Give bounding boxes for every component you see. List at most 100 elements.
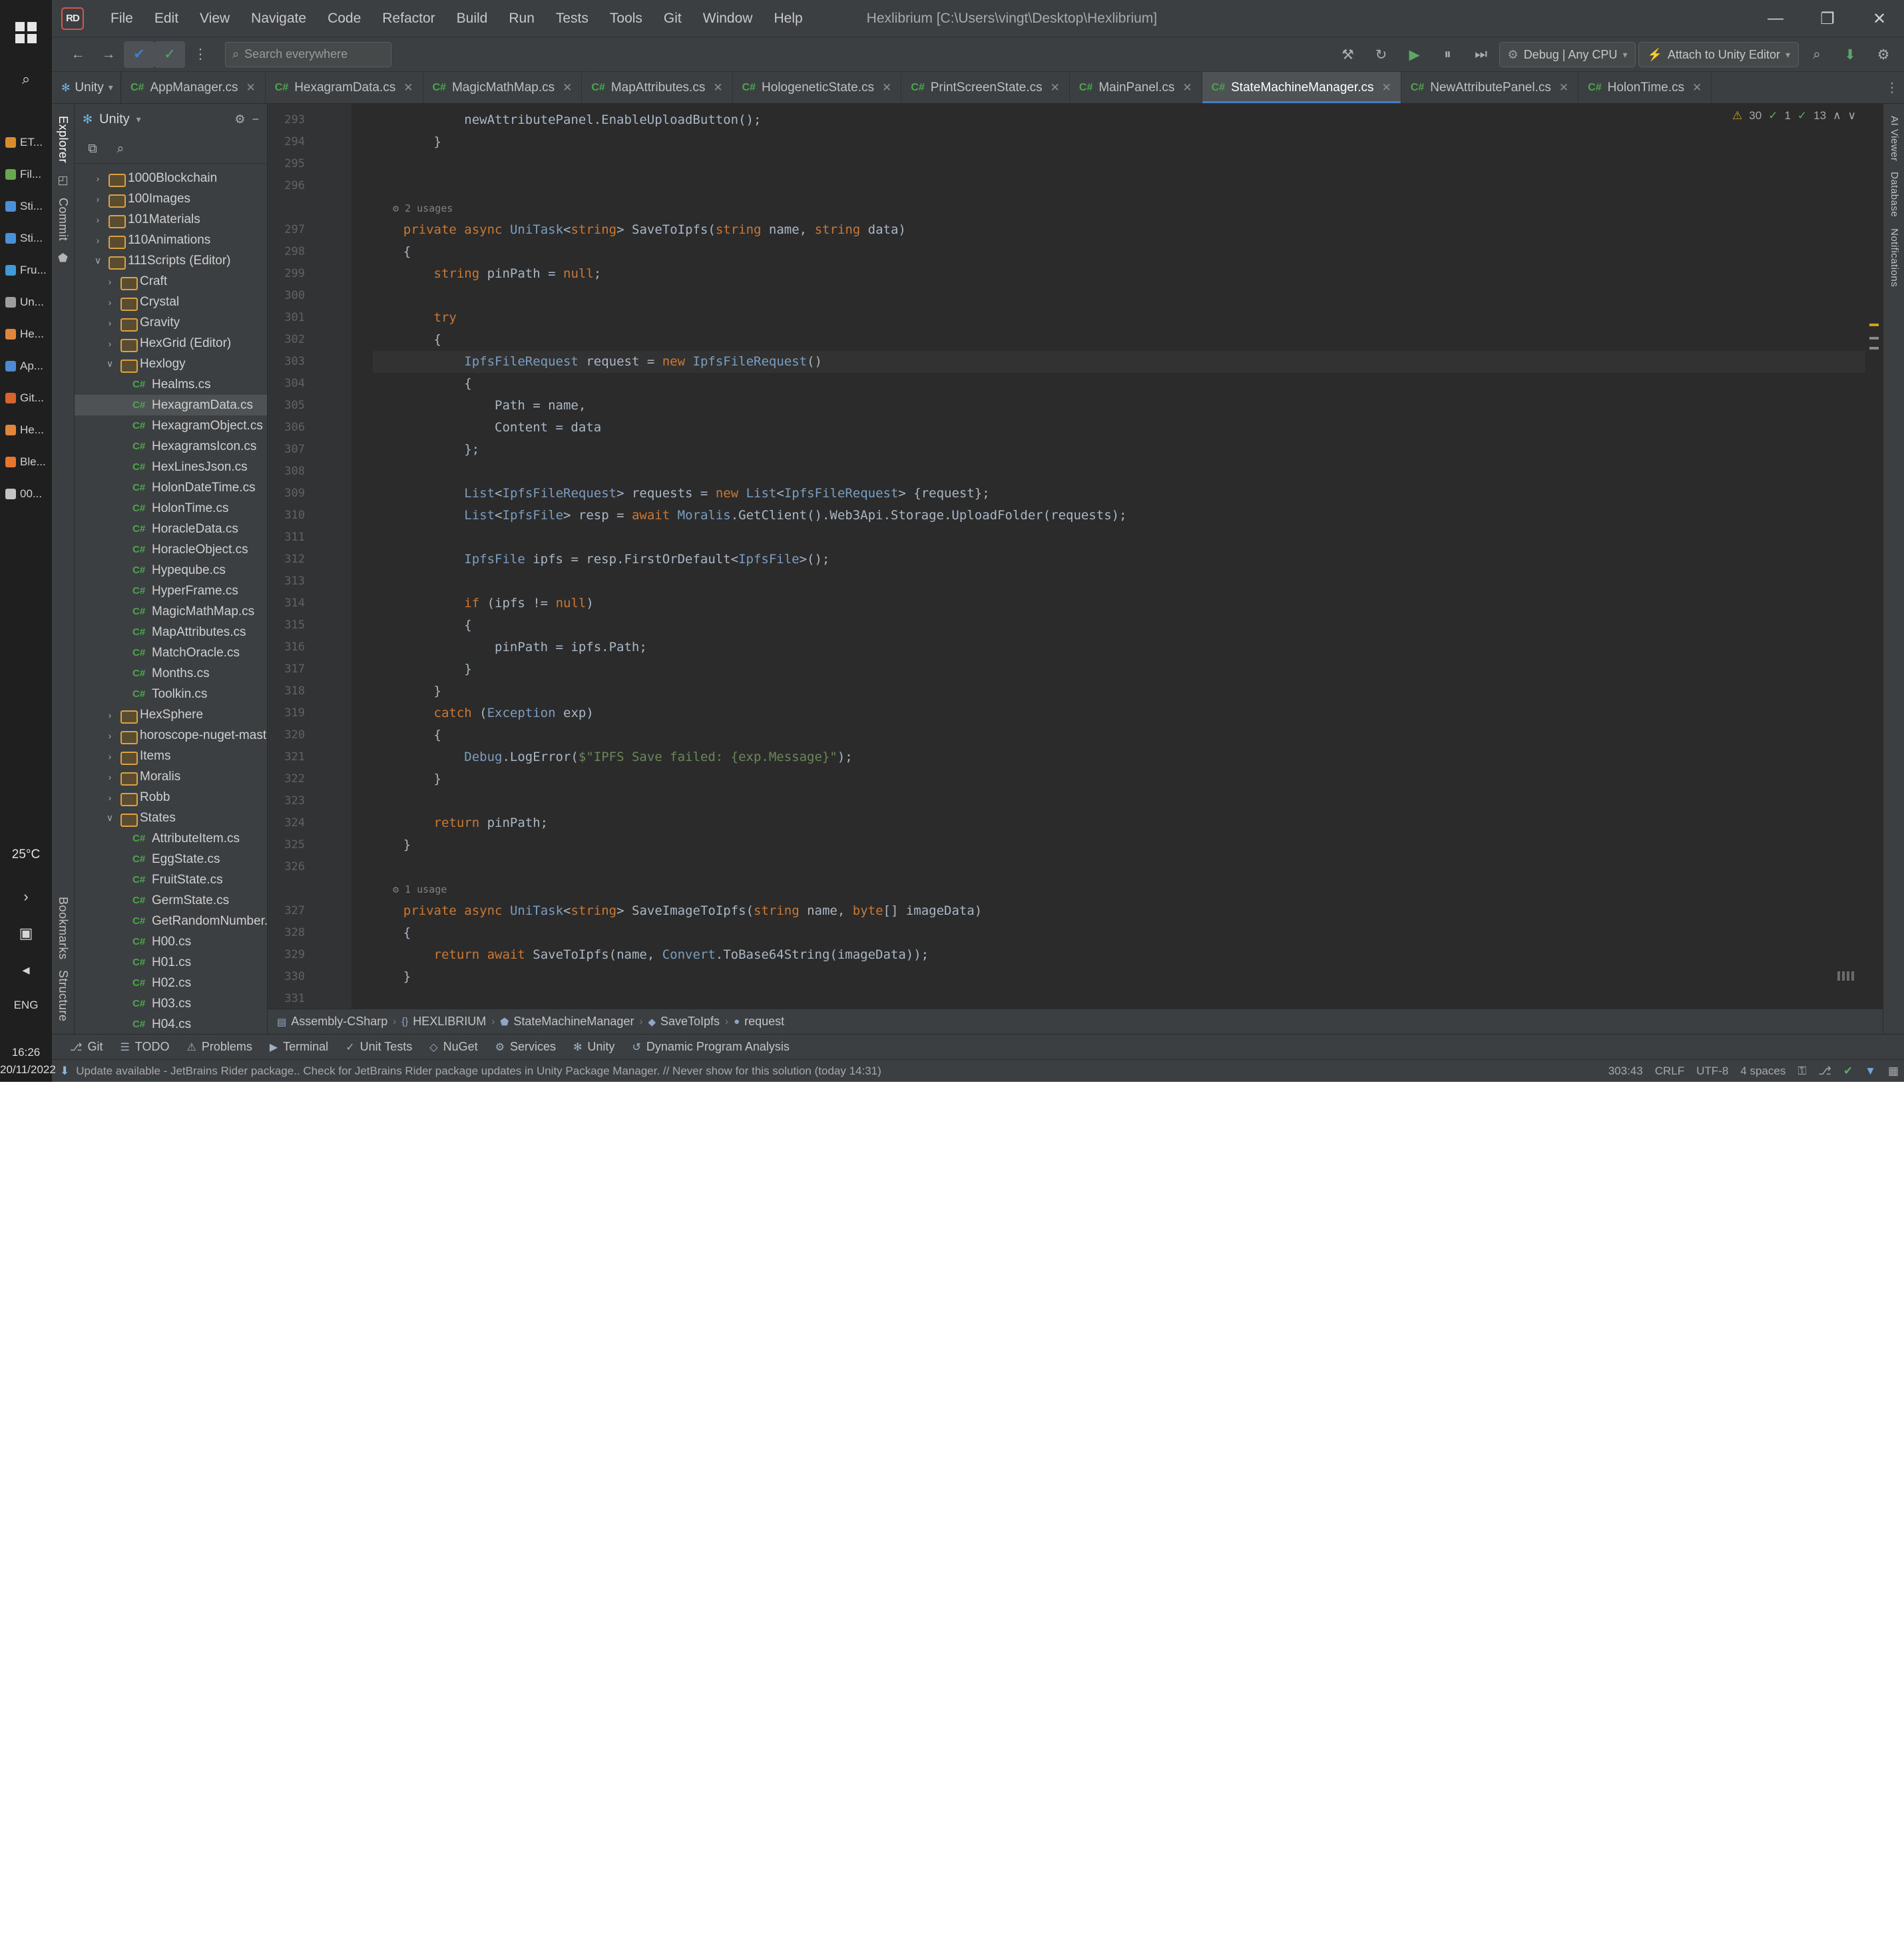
tree-node-horoscope-nuget-master[interactable]: › horoscope-nuget-master (75, 725, 267, 746)
taskbar-app-2[interactable]: Sti... (0, 190, 52, 222)
tree-node-hypeqube-cs[interactable]: C# Hypeqube.cs (75, 560, 267, 581)
menu-item-tests[interactable]: Tests (545, 0, 599, 37)
code-line[interactable]: Path = name, (373, 395, 1865, 417)
taskbar-app-1[interactable]: Fil... (0, 158, 52, 190)
editor-tab-hexagramdata-cs[interactable]: C# HexagramData.cs ✕ (266, 72, 423, 103)
taskbar-app-5[interactable]: Un... (0, 286, 52, 318)
step-over-button[interactable]: ⏭ (1466, 41, 1497, 68)
tree-node-horacleobject-cs[interactable]: C# HoracleObject.cs (75, 539, 267, 560)
taskbar-app-11[interactable]: 00... (0, 478, 52, 510)
chevron-right-icon[interactable]: › (104, 338, 116, 349)
search-everywhere-field[interactable]: ⌕ Search everywhere (225, 41, 391, 67)
code-line[interactable]: return await SaveToIpfs(name, Convert.To… (373, 944, 1865, 966)
rail-bookmarks[interactable]: Bookmarks (56, 891, 70, 965)
tray-camera-button[interactable]: ▣ (0, 925, 52, 942)
start-button[interactable] (0, 7, 52, 59)
bottom-tool-services[interactable]: ⚙ Services (487, 1035, 565, 1060)
tree-node-101materials[interactable]: › 101Materials (75, 209, 267, 230)
taskbar-search-button[interactable]: ⌕ (0, 59, 52, 100)
tree-node-germstate-cs[interactable]: C# GermState.cs (75, 890, 267, 911)
unity-toolwindow-stub[interactable]: ✻ Unity ▾ (56, 81, 119, 95)
close-icon[interactable]: ✕ (1692, 81, 1702, 95)
window-controls[interactable]: — ❐ ✕ (1750, 0, 1904, 37)
code-line[interactable]: List<IpfsFile> resp = await Moralis.GetC… (373, 505, 1865, 527)
tree-node-h03-cs[interactable]: C# H03.cs (75, 993, 267, 1014)
toolbar-search-icon[interactable]: ⌕ (1801, 41, 1832, 68)
taskbar-app-8[interactable]: Git... (0, 382, 52, 414)
locate-file-icon[interactable]: ⧉ (80, 138, 105, 160)
bottom-tool-nuget[interactable]: ◇ NuGet (421, 1035, 486, 1060)
gutter-markers[interactable] (312, 104, 352, 1009)
code-line[interactable]: if (ipfs != null) (373, 593, 1865, 614)
maximize-button[interactable]: ❐ (1801, 0, 1853, 37)
code-line[interactable]: } (373, 834, 1865, 856)
chevron-right-icon[interactable]: › (104, 751, 116, 762)
next-problem-icon[interactable]: ∨ (1848, 109, 1856, 122)
code-line[interactable]: { (373, 329, 1865, 351)
tray-expand-button[interactable]: › (0, 888, 52, 905)
tree-node-hyperframe-cs[interactable]: C# HyperFrame.cs (75, 581, 267, 601)
chevron-down-icon[interactable]: ∨ (104, 812, 116, 824)
chevron-down-icon[interactable]: ∨ (92, 255, 104, 266)
menu-item-run[interactable]: Run (498, 0, 545, 37)
code-line[interactable]: pinPath = ipfs.Path; (373, 636, 1865, 658)
chevron-right-icon[interactable]: › (104, 318, 116, 328)
close-icon[interactable]: ✕ (1382, 81, 1391, 95)
taskbar-app-6[interactable]: He... (0, 318, 52, 350)
caret-position[interactable]: 303:43 (1608, 1065, 1643, 1078)
tree-node-moralis[interactable]: › Moralis (75, 766, 267, 787)
rail-structure[interactable]: Structure (56, 965, 70, 1027)
editor-tabs[interactable]: C# AppManager.cs ✕ C# HexagramData.cs ✕ C# Magi… (121, 72, 1879, 103)
code-usage-hint[interactable]: ⚙ 1 usage (373, 878, 1865, 900)
tree-node-matchoracle-cs[interactable]: C# MatchOracle.cs (75, 642, 267, 663)
project-file-tree[interactable]: › 1000Blockchain › 100Images › 101Materials › 1… (75, 164, 267, 1034)
tray-volume-button[interactable]: ◂ (0, 961, 52, 979)
bottom-tool-dynamic-program-analysis[interactable]: ↺ Dynamic Program Analysis (623, 1035, 798, 1060)
editor-tab-printscreenstate-cs[interactable]: C# PrintScreenState.cs ✕ (901, 72, 1070, 103)
editor-tab-mapattributes-cs[interactable]: C# MapAttributes.cs ✕ (582, 72, 733, 103)
tree-node-hexagramdata-cs[interactable]: C# HexagramData.cs (75, 395, 267, 415)
menu-item-edit[interactable]: Edit (144, 0, 189, 37)
tree-node-months-cs[interactable]: C# Months.cs (75, 663, 267, 684)
minimize-button[interactable]: — (1750, 0, 1801, 37)
chevron-right-icon[interactable]: › (92, 214, 104, 225)
tree-node-items[interactable]: › Items (75, 746, 267, 766)
navigate-back-button[interactable]: ← (63, 41, 93, 68)
editor-tab-holontime-cs[interactable]: C# HolonTime.cs ✕ (1578, 72, 1712, 103)
chevron-right-icon[interactable]: › (104, 730, 116, 741)
tree-node-attributeitem-cs[interactable]: C# AttributeItem.cs (75, 828, 267, 849)
code-line[interactable]: { (373, 241, 1865, 263)
taskbar-app-10[interactable]: Ble... (0, 446, 52, 478)
build-solution-button[interactable]: ✔ (124, 41, 154, 68)
tree-node-hexlogy[interactable]: ∨ Hexlogy (75, 354, 267, 374)
tabs-overflow-button[interactable]: ⋮ (1879, 72, 1904, 103)
chevron-right-icon[interactable]: › (104, 772, 116, 782)
windows-taskbar[interactable]: ⌕ ET... Fil... Sti... Sti... Fru... Un... He..… (0, 0, 56, 1082)
tree-node-horacledata-cs[interactable]: C# HoracleData.cs (75, 519, 267, 539)
menu-item-refactor[interactable]: Refactor (371, 0, 445, 37)
rail-database[interactable]: Database (1889, 166, 1900, 222)
taskbar-clock[interactable]: 16:26 20/11/2022 (0, 1044, 56, 1078)
menu-item-code[interactable]: Code (317, 0, 371, 37)
editor-tab-appmanager-cs[interactable]: C# AppManager.cs ✕ (121, 72, 266, 103)
breadcrumb-item-request[interactable]: ● request (734, 1015, 784, 1029)
attach-configuration-selector[interactable]: ⚡ Attach to Unity Editor ▾ (1638, 42, 1799, 67)
tree-node-mapattributes-cs[interactable]: C# MapAttributes.cs (75, 622, 267, 642)
taskbar-app-0[interactable]: ET... (0, 126, 52, 158)
code-line[interactable]: private async UniTask<string> SaveToIpfs… (373, 219, 1865, 241)
code-line[interactable]: { (373, 614, 1865, 636)
code-line[interactable]: } (373, 966, 1865, 988)
code-usage-hint[interactable]: ⚙ 2 usages (373, 197, 1865, 219)
chevron-down-icon[interactable]: ▾ (136, 114, 141, 125)
close-icon[interactable]: ✕ (1559, 81, 1568, 95)
code-line[interactable]: } (373, 768, 1865, 790)
bottom-tool-unit-tests[interactable]: ✓ Unit Tests (337, 1035, 421, 1060)
tree-node-100images[interactable]: › 100Images (75, 188, 267, 209)
code-line[interactable]: string pinPath = null; (373, 263, 1865, 285)
status-notification-text[interactable]: Update available - JetBrains Rider packa… (76, 1065, 881, 1078)
bottom-tool-terminal[interactable]: ▶ Terminal (261, 1035, 337, 1060)
menu-item-build[interactable]: Build (446, 0, 499, 37)
tree-node-hexsphere[interactable]: › HexSphere (75, 704, 267, 725)
editor-tab-newattributepanel-cs[interactable]: C# NewAttributePanel.cs ✕ (1401, 72, 1579, 103)
editor-tab-statemachinemanager-cs[interactable]: C# StateMachineManager.cs ✕ (1202, 72, 1401, 103)
